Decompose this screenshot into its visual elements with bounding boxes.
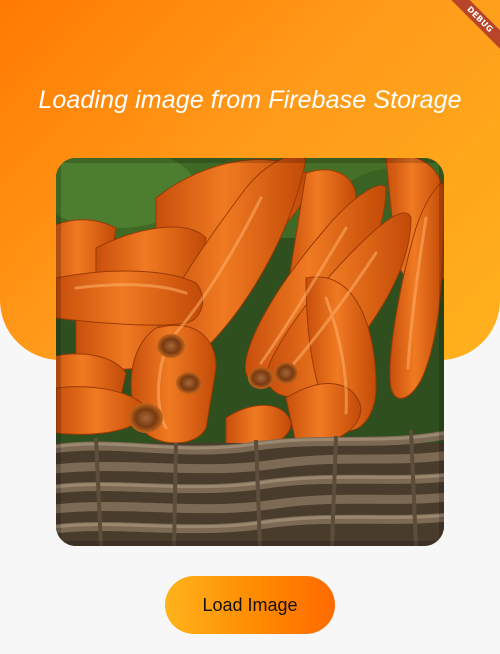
load-image-button[interactable]: Load Image xyxy=(165,576,335,634)
loaded-image xyxy=(56,158,444,546)
debug-banner: DEBUG xyxy=(430,0,500,70)
app-screen: Loading image from Firebase Storage Load… xyxy=(0,0,500,654)
debug-banner-label: DEBUG xyxy=(445,0,500,54)
page-title: Loading image from Firebase Storage xyxy=(38,86,462,114)
